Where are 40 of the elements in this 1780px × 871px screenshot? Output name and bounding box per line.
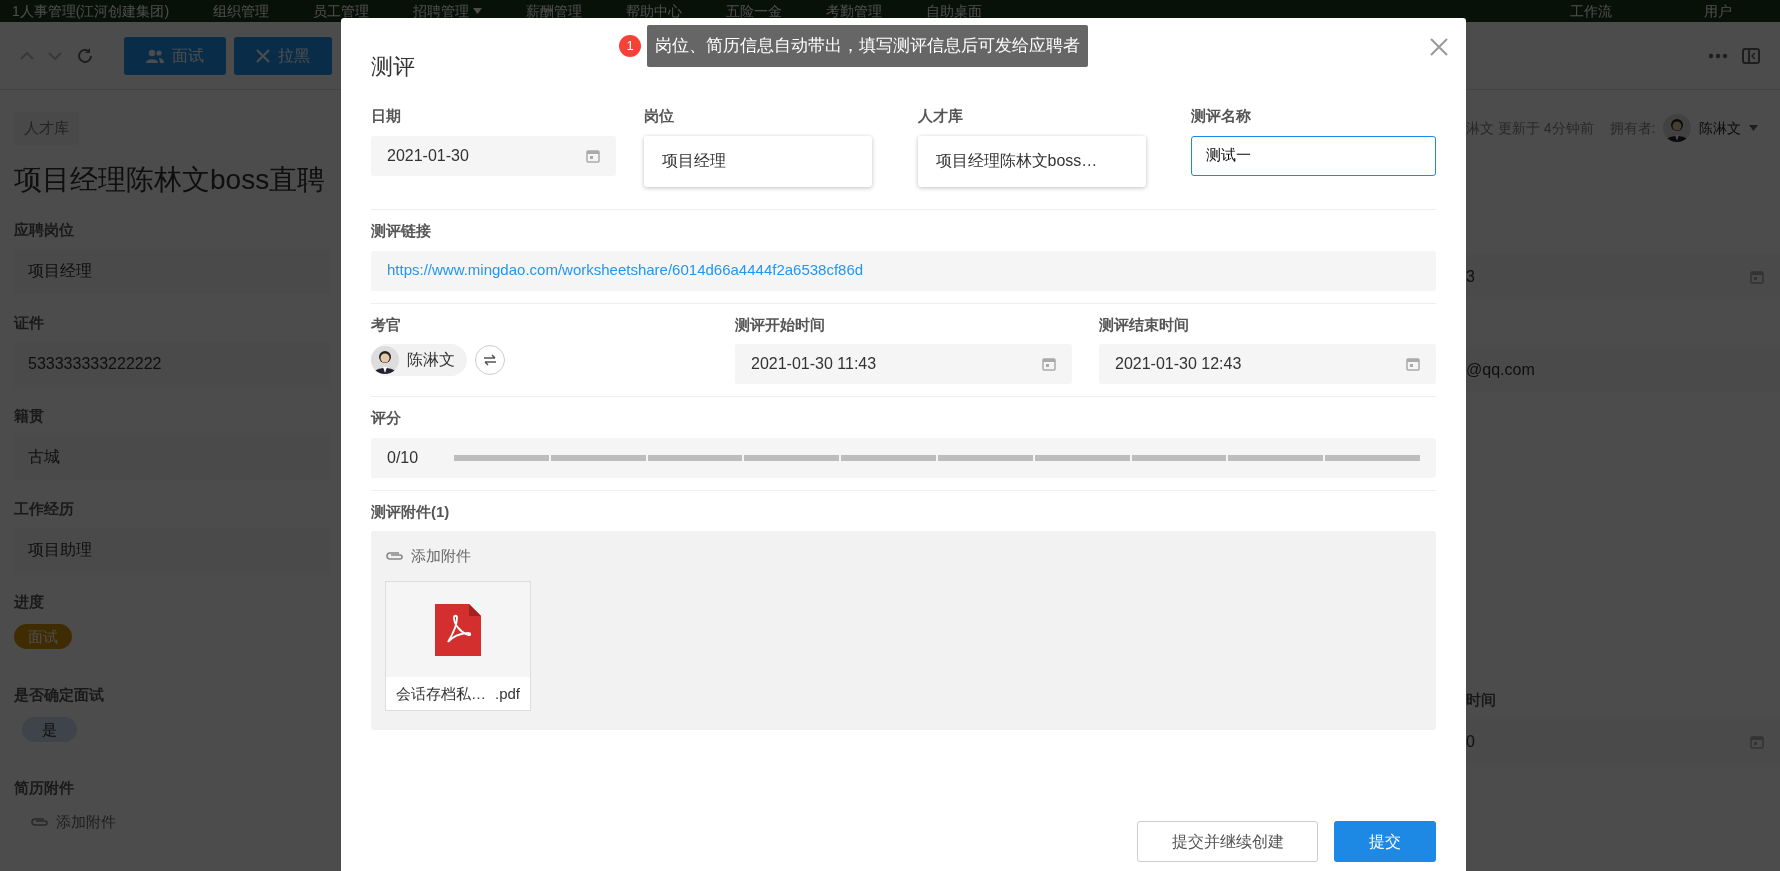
field-value: 3 xyxy=(1466,266,1475,287)
add-attachment-button[interactable]: 添加附件 xyxy=(385,545,471,568)
calendar-icon xyxy=(1406,357,1420,371)
field-label: 评分 xyxy=(371,408,402,428)
record-card[interactable]: 项目经理陈林文boss… xyxy=(917,135,1146,187)
close-icon xyxy=(1430,37,1448,56)
dialog-title: 测评 xyxy=(371,53,415,81)
share-link[interactable]: https://www.mingdao.com/worksheetshare/6014d66a4444f2a6538cf86d xyxy=(387,259,864,282)
swap-arrows-icon xyxy=(483,354,497,366)
submit-button[interactable]: 提交 xyxy=(1334,821,1436,862)
field-label: 测评结束时间 xyxy=(1099,314,1190,335)
field-value: 0 xyxy=(1466,731,1475,752)
file-extension: .pdf xyxy=(494,684,520,705)
field-label: 岗位 xyxy=(644,106,676,126)
calendar-icon xyxy=(1042,357,1056,371)
pdf-file-icon xyxy=(435,603,481,656)
step-badge: 1 xyxy=(619,34,641,57)
paperclip-icon xyxy=(385,550,405,563)
field-label: 日期 xyxy=(371,106,402,126)
record-title: 项目经理陈林文boss直聘 xyxy=(14,162,327,197)
date-field[interactable]: 2021-01-30 xyxy=(371,135,617,176)
field-label: 测评附件(1) xyxy=(371,501,451,522)
field-label: 人才库 xyxy=(917,106,964,126)
field-label: 考官 xyxy=(371,314,402,335)
score-reading: 0/10 xyxy=(387,447,419,468)
member-chip[interactable]: 陈淋文 xyxy=(371,344,467,376)
input-field[interactable]: 测试一 xyxy=(1190,135,1436,176)
hint-tooltip: 岗位、简历信息自动带出，填写测评信息后可发给应聘者 xyxy=(647,25,1088,67)
file-name: 会话存档私… xyxy=(396,684,486,705)
record-card[interactable]: 项目经理 xyxy=(644,135,873,187)
calendar-icon xyxy=(586,148,601,163)
field-label: 测评名称 xyxy=(1190,106,1252,126)
file-card[interactable]: 会话存档私… .pdf xyxy=(385,581,531,712)
field-label: 测评开始时间 xyxy=(735,314,826,335)
datetime-field[interactable]: 2021-01-30 12:43 xyxy=(1099,344,1436,384)
swap-button[interactable] xyxy=(475,345,505,375)
datetime-field[interactable]: 2021-01-30 11:43 xyxy=(735,344,1072,384)
submit-and-continue-button[interactable]: 提交并继续创建 xyxy=(1137,821,1318,862)
field-label: 测评链接 xyxy=(371,221,432,241)
score-bar[interactable] xyxy=(454,454,1420,461)
